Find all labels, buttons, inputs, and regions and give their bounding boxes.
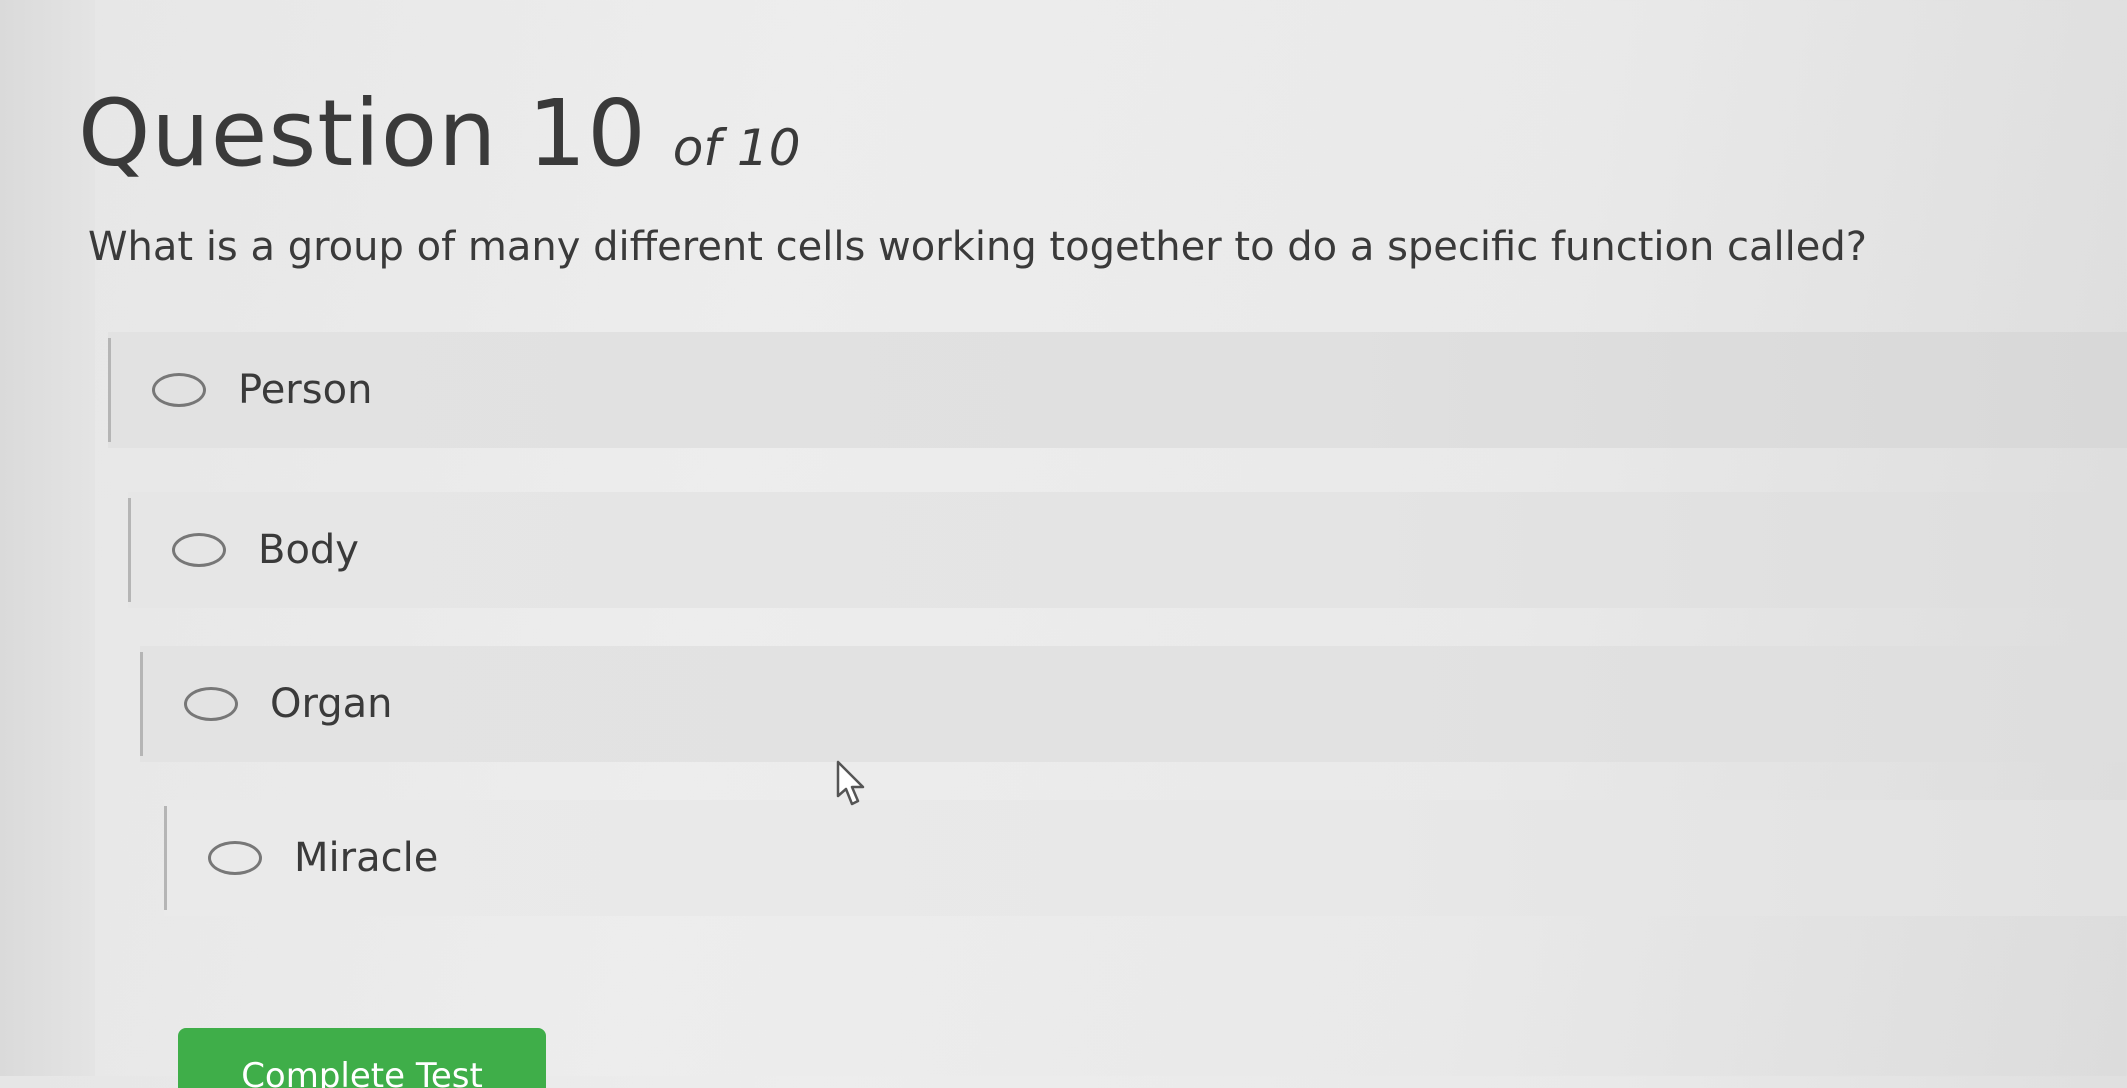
option-label: Body [258,527,359,573]
question-count: of 10 [672,119,801,177]
option-label: Person [238,367,373,413]
complete-test-button[interactable]: Complete Test [178,1028,546,1088]
option-label: Miracle [294,835,439,881]
option-left-border [140,652,143,756]
option-left-border [128,498,131,602]
answer-option-person[interactable]: Person [108,332,2127,448]
radio-button-icon[interactable] [184,687,238,721]
answer-option-body[interactable]: Body [128,492,2127,608]
radio-button-icon[interactable] [172,533,226,567]
option-left-border [164,806,167,910]
option-left-border [108,338,111,442]
radio-button-icon[interactable] [152,373,206,407]
complete-test-button-label: Complete Test [241,1056,483,1088]
question-text: What is a group of many different cells … [88,224,1867,270]
option-label: Organ [270,681,393,727]
answer-option-organ[interactable]: Organ [140,646,2127,762]
mouse-pointer-icon [836,760,865,806]
question-header: Question 10 of 10 [78,80,801,187]
radio-button-icon[interactable] [208,841,262,875]
question-title: Question 10 [78,80,647,187]
answer-option-miracle[interactable]: Miracle [164,800,2127,916]
quiz-panel: Question 10 of 10 What is a group of man… [0,0,2127,1088]
